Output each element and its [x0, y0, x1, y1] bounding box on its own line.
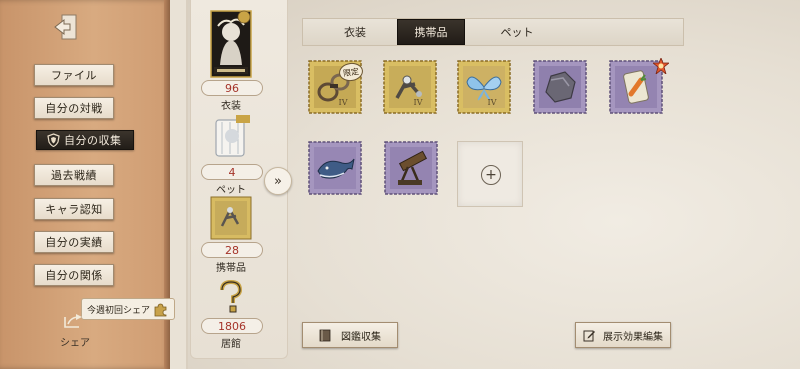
tab-pet[interactable]: ペット: [485, 19, 549, 45]
puzzle-piece-icon: [154, 303, 167, 317]
accessory-label: 携帯品: [216, 263, 246, 274]
pet-cage-thumbnail[interactable]: [208, 112, 252, 162]
weekly-share-tooltip: 今週初回シェア: [81, 298, 175, 320]
costume-count: 96: [201, 80, 263, 96]
generation-badge: IV: [338, 97, 348, 107]
rock-stamp-icon: [533, 60, 587, 114]
sidebar-item-my-collection[interactable]: 自分の収集: [36, 130, 134, 150]
blue-butterfly-stamp-icon: [457, 60, 511, 114]
back-door-icon[interactable]: [52, 12, 80, 42]
plus-icon: +: [481, 165, 501, 185]
edit-display-effect-label: 展示効果編集: [603, 331, 663, 343]
sidebar-item-my-relations[interactable]: 自分の関係: [34, 264, 114, 286]
pet-count: 4: [201, 164, 263, 180]
accessory-count: 28: [201, 242, 263, 258]
category-tabbar: 衣装 携帯品 ペット: [302, 18, 684, 46]
share-icon[interactable]: [62, 312, 84, 330]
shield-icon: [47, 133, 60, 147]
telescope-stamp-icon: [384, 141, 438, 195]
sidebar-item-character-knowledge[interactable]: キャラ認知: [34, 198, 114, 220]
accessory-item-blue-butterfly[interactable]: IV: [457, 60, 511, 114]
share-label[interactable]: シェア: [60, 334, 90, 349]
accessory-item-whale[interactable]: [308, 141, 362, 195]
tab-costume[interactable]: 衣装: [323, 19, 387, 45]
generation-badge: IV: [487, 97, 497, 107]
accessory-stamp-thumbnail[interactable]: [210, 196, 252, 240]
whale-stamp-icon: [308, 141, 362, 195]
edit-display-effect-button[interactable]: 展示効果編集: [575, 322, 671, 348]
new-badge-icon: [653, 58, 669, 74]
mechanical-arm-stamp-icon: [383, 60, 437, 114]
book-icon: [319, 329, 331, 341]
costume-card-thumbnail[interactable]: [210, 10, 252, 78]
residence-label: 居館: [221, 339, 241, 350]
residence-count: 1806: [201, 318, 263, 334]
accessory-item-carrot-bag[interactable]: [609, 58, 669, 114]
add-accessory-slot[interactable]: +: [457, 141, 523, 207]
tab-accessory[interactable]: 携帯品: [397, 19, 465, 45]
accessory-item-telescope[interactable]: [384, 141, 438, 195]
double-chevron-right-icon: »: [274, 173, 282, 189]
expand-panel-button[interactable]: »: [264, 167, 292, 195]
question-mark-icon[interactable]: [218, 280, 244, 314]
share-tip-text: 今週初回シェア: [87, 305, 151, 316]
sidebar-item-my-achievements[interactable]: 自分の実績: [34, 231, 114, 253]
sidebar-item-my-matches[interactable]: 自分の対戦: [34, 97, 114, 119]
sidebar-item-file[interactable]: ファイル: [34, 64, 114, 86]
accessory-item-handcuffs[interactable]: 限定 IV: [308, 60, 365, 114]
codex-collection-label: 図鑑収集: [341, 331, 381, 343]
sidebar-item-label: 自分の収集: [64, 134, 122, 147]
sidebar-item-past-records[interactable]: 過去戦績: [34, 164, 114, 186]
costume-label: 衣装: [221, 101, 241, 112]
accessory-item-rock[interactable]: [533, 60, 587, 114]
accessory-item-mechanical-arm[interactable]: IV: [383, 60, 437, 114]
codex-collection-button[interactable]: 図鑑収集: [302, 322, 398, 348]
pet-label: ペット: [216, 185, 246, 196]
edit-icon: [583, 330, 595, 341]
generation-badge: IV: [413, 97, 423, 107]
